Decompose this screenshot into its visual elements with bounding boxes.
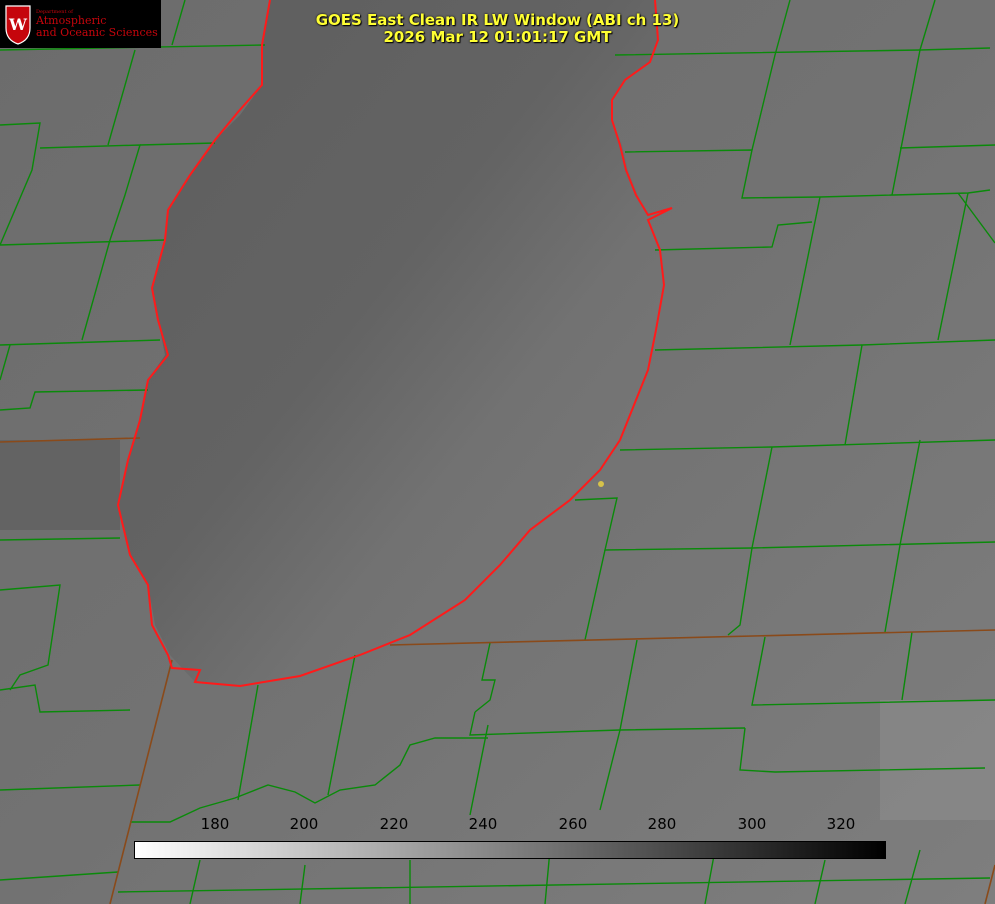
product-title: GOES East Clean IR LW Window (ABI ch 13) (315, 11, 680, 29)
land-patch-west (0, 440, 120, 530)
colorbar-tick-label: 200 (289, 815, 319, 833)
colorbar-tick-label: 320 (826, 815, 856, 833)
colorbar-tick-label: 280 (647, 815, 677, 833)
colorbar-tick-label: 260 (558, 815, 588, 833)
colorbar-tick-label: 220 (379, 815, 409, 833)
colorbar-tick-label: 240 (468, 815, 498, 833)
image-timestamp: 2026 Mar 12 01:01:17 GMT (383, 28, 612, 46)
colorbar-tick-label: 180 (200, 815, 230, 833)
land-patch-southeast (880, 700, 995, 820)
temperature-colorbar (134, 841, 886, 859)
satellite-image (0, 0, 995, 904)
colorbar-tick-label: 300 (737, 815, 767, 833)
image-title: GOES East Clean IR LW Window (ABI ch 13)… (0, 12, 995, 46)
station-marker-icon (598, 481, 604, 487)
colorbar-tick-labels: 180 200 220 240 260 280 300 320 (0, 815, 995, 835)
